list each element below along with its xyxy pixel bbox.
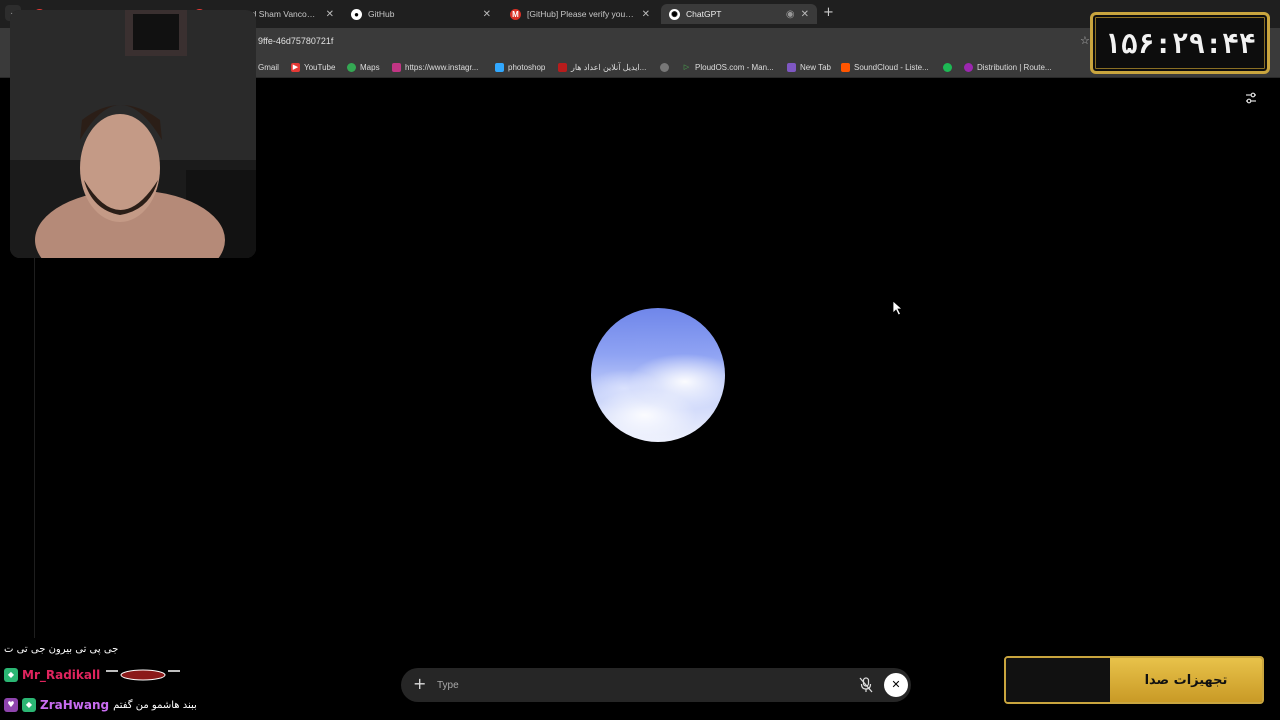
gmail-icon: M bbox=[510, 8, 521, 20]
badge-icon: ◆ bbox=[22, 698, 36, 712]
github-icon: ● bbox=[351, 8, 362, 20]
tab-title: [GitHub] Please verify your dev bbox=[527, 9, 636, 19]
bookmark-new-tab[interactable]: New Tab bbox=[787, 60, 831, 74]
bookmark-label: SoundCloud - Liste... bbox=[854, 62, 929, 72]
close-icon[interactable]: ✕ bbox=[642, 9, 650, 20]
sound-panel-label: تجهیزات صدا bbox=[1110, 658, 1262, 702]
chat-text: جی پی تی بیرون جی تی ت bbox=[4, 643, 119, 655]
bookmark-label: Gmail bbox=[258, 62, 279, 72]
chat-message: ◆ Mr_Radikall bbox=[4, 666, 182, 684]
badge-icon: ◆ bbox=[4, 668, 18, 682]
youtube-icon: ▶ bbox=[291, 62, 300, 72]
end-voice-button[interactable]: ✕ bbox=[884, 673, 908, 697]
recording-icon: ◉ bbox=[785, 8, 795, 20]
tab-chatgpt[interactable]: ✺ ChatGPT ◉ ✕ bbox=[661, 4, 817, 24]
distribution-icon bbox=[964, 62, 973, 72]
sliders-icon[interactable] bbox=[1244, 92, 1258, 106]
bookmark-label: Maps bbox=[360, 62, 380, 72]
chat-message: جی پی تی بیرون جی تی ت bbox=[4, 640, 118, 658]
bookmark-youtube[interactable]: ▶ YouTube bbox=[291, 60, 335, 74]
mouse-cursor-icon bbox=[892, 300, 904, 316]
chatgpt-icon: ✺ bbox=[669, 8, 680, 20]
bookmark-label: PloudOS.com - Man... bbox=[695, 62, 774, 72]
tab-title: ChatGPT bbox=[686, 9, 722, 19]
bookmark-gmail[interactable]: Gmail bbox=[258, 60, 279, 74]
sound-equipment-panel: تجهیزات صدا bbox=[1004, 656, 1264, 704]
tab-github[interactable]: ● GitHub ✕ bbox=[343, 4, 499, 24]
stream-chat: جی پی تی بیرون جی تی ت ◆ Mr_Radikall ♥ ◆… bbox=[4, 640, 264, 720]
url-text[interactable]: 9ffe-46d75780721f bbox=[258, 36, 333, 46]
bookmark-globe[interactable] bbox=[660, 60, 673, 74]
globe-icon bbox=[660, 62, 669, 72]
message-input[interactable] bbox=[435, 677, 835, 693]
divider bbox=[34, 258, 35, 638]
plus-icon[interactable]: + bbox=[413, 674, 426, 693]
bookmark-instagram[interactable]: https://www.instagr... bbox=[392, 60, 478, 74]
instagram-icon bbox=[392, 62, 401, 72]
photopea-icon bbox=[495, 62, 504, 72]
ploudos-icon: ▷ bbox=[683, 63, 690, 71]
sliders-icon-svg bbox=[1246, 92, 1256, 104]
chat-text: ببند هاشمو من گفتم bbox=[113, 699, 197, 711]
new-tab-icon bbox=[787, 62, 796, 72]
flag-icon bbox=[558, 62, 567, 72]
bookmark-distribution[interactable]: Distribution | Route... bbox=[964, 60, 1052, 74]
badge-icon: ♥ bbox=[4, 698, 18, 712]
soundcloud-icon bbox=[841, 62, 850, 72]
close-icon[interactable]: ✕ bbox=[326, 9, 334, 20]
chat-username: Mr_Radikall bbox=[22, 668, 101, 682]
stream-timer: ۱۵۶:۲۹:۴۴ bbox=[1090, 12, 1270, 74]
bookmark-persian-site[interactable]: ایدیل آنلاین اعداد هار... bbox=[558, 60, 646, 74]
mic-muted-icon[interactable] bbox=[859, 677, 873, 693]
voice-orb bbox=[591, 308, 725, 442]
new-tab-button[interactable]: + bbox=[823, 5, 834, 20]
bookmark-label: https://www.instagr... bbox=[405, 62, 479, 72]
bookmark-photoshop[interactable]: photoshop bbox=[495, 60, 545, 74]
voice-composer: + ✕ bbox=[401, 668, 911, 702]
bookmark-star-icon[interactable]: ☆ bbox=[1080, 34, 1090, 47]
tab-gmail[interactable]: M [GitHub] Please verify your dev ✕ bbox=[502, 4, 658, 24]
chat-message: ♥ ◆ ZraHwang ببند هاشمو من گفتم bbox=[4, 696, 197, 714]
bookmark-ploudos[interactable]: ▷ PloudOS.com - Man... bbox=[682, 60, 774, 74]
bookmark-label: YouTube bbox=[304, 62, 336, 72]
bookmark-soundcloud[interactable]: SoundCloud - Liste... bbox=[841, 60, 929, 74]
bookmark-label: photoshop bbox=[508, 62, 546, 72]
bookmark-label: ایدیل آنلاین اعداد هار... bbox=[571, 62, 647, 72]
close-icon[interactable]: ✕ bbox=[483, 9, 491, 20]
maps-icon bbox=[347, 62, 356, 72]
tab-title: GitHub bbox=[368, 9, 395, 19]
spotify-icon bbox=[943, 62, 952, 72]
webcam-image bbox=[10, 10, 256, 258]
emote-icon bbox=[106, 669, 181, 681]
sound-panel-dark bbox=[1006, 658, 1110, 702]
bookmark-maps[interactable]: Maps bbox=[347, 60, 380, 74]
bookmark-spotify[interactable] bbox=[943, 60, 956, 74]
chat-username: ZraHwang bbox=[40, 698, 110, 712]
close-icon[interactable]: ✕ bbox=[801, 9, 809, 20]
webcam-overlay bbox=[10, 10, 256, 258]
bookmark-label: New Tab bbox=[800, 62, 831, 72]
bookmark-label: Distribution | Route... bbox=[977, 62, 1052, 72]
